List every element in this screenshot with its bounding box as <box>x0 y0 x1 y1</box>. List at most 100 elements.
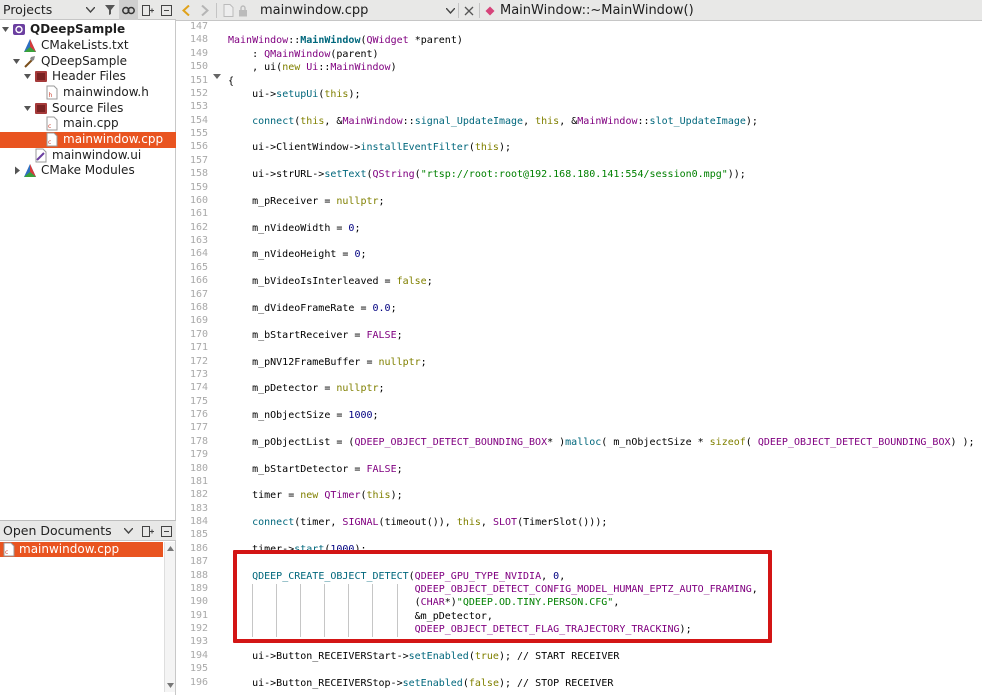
open-docs-view-dropdown[interactable] <box>119 521 138 541</box>
tree-item[interactable]: mainwindow.ui <box>0 148 176 164</box>
code-line: m_pNV12FrameBuffer = nullptr; <box>228 356 427 368</box>
close-pane-icon <box>161 4 172 16</box>
tree-item-label: mainwindow.ui <box>52 148 142 162</box>
qt-project-icon <box>13 24 25 35</box>
line-number: 156 <box>189 141 208 153</box>
close-document-button[interactable] <box>464 0 474 21</box>
navigate-back-button[interactable] <box>182 0 190 21</box>
line-number: 153 <box>189 101 208 113</box>
line-number-gutter: 147 148 149 150 151 152 153 154 155 156 157 158 159 1… <box>176 21 226 695</box>
projects-view-dropdown[interactable] <box>81 0 100 20</box>
line-number: 172 <box>189 355 208 367</box>
line-number: 175 <box>189 395 208 407</box>
tree-item-label: Header Files <box>52 69 126 83</box>
forward-arrow-icon <box>201 5 209 16</box>
code-line: m_bStartReceiver = FALSE; <box>228 329 403 341</box>
line-number: 168 <box>189 301 208 313</box>
chevron-updown-icon <box>446 7 455 14</box>
tree-item[interactable]: QDeepSample <box>0 22 176 38</box>
code-line: m_nObjectSize = 1000; <box>228 410 379 422</box>
document-selector[interactable]: mainwindow.cpp <box>260 0 368 21</box>
svg-text:h: h <box>49 92 53 99</box>
line-number: 176 <box>189 409 208 421</box>
svg-text:c: c <box>5 549 8 556</box>
split-icon <box>141 525 154 537</box>
expand-down-icon[interactable] <box>23 103 32 114</box>
line-number: 165 <box>189 261 208 273</box>
line-number: 160 <box>189 194 208 206</box>
line-number: 161 <box>189 208 208 220</box>
tree-item-label: main.cpp <box>63 116 119 130</box>
code-line: { <box>228 75 235 87</box>
open-docs-close-button[interactable] <box>157 521 176 541</box>
line-number: 184 <box>189 516 208 528</box>
current-symbol: MainWindow::~MainWindow() <box>500 3 694 18</box>
tree-item[interactable]: CMakeLists.txt <box>0 38 176 54</box>
line-number: 196 <box>189 676 208 688</box>
expand-down-icon[interactable] <box>23 71 32 82</box>
open-docs-split-button[interactable] <box>138 521 157 541</box>
line-number: 147 <box>189 21 208 32</box>
tree-item[interactable]: Source Files <box>0 101 176 117</box>
document-dropdown-button[interactable] <box>446 0 455 21</box>
line-number: 183 <box>189 502 208 514</box>
close-pane-button[interactable] <box>157 0 176 20</box>
tree-item[interactable]: CMake Modules <box>0 163 176 179</box>
cmake-modules-icon <box>24 164 36 177</box>
projects-pane-header: Projects <box>0 0 176 20</box>
expand-down-icon[interactable] <box>12 56 21 67</box>
open-document-item[interactable]: c mainwindow.cpp <box>0 542 163 557</box>
tree-item[interactable]: Header Files <box>0 69 176 85</box>
line-number: 166 <box>189 275 208 287</box>
line-number: 154 <box>189 114 208 126</box>
scroll-up-icon <box>167 546 174 551</box>
cpp-file-icon: c <box>46 132 58 147</box>
line-number: 189 <box>189 582 208 594</box>
tree-item[interactable]: QDeepSample <box>0 54 176 70</box>
tree-item[interactable]: c mainwindow.cpp <box>0 132 176 148</box>
header-file-icon: h <box>46 85 58 100</box>
line-number: 186 <box>189 542 208 554</box>
tree-item[interactable]: c main.cpp <box>0 116 176 132</box>
tree-item-label: QDeepSample <box>41 54 128 68</box>
chevron-updown-icon <box>124 528 133 534</box>
line-number: 162 <box>189 221 208 233</box>
navigate-forward-button[interactable] <box>201 0 209 21</box>
code-line: timer = new QTimer(this); <box>228 490 403 502</box>
line-number: 181 <box>189 475 208 487</box>
cpp-file-icon: c <box>3 542 15 557</box>
line-number: 155 <box>189 128 208 140</box>
projects-pane-title: Projects <box>3 2 53 17</box>
line-number: 190 <box>189 596 208 608</box>
expand-down-icon[interactable] <box>1 24 10 35</box>
line-number: 163 <box>189 235 208 247</box>
symbol-selector[interactable]: MainWindow::~MainWindow() <box>485 0 694 21</box>
tree-item[interactable]: h mainwindow.h <box>0 85 176 101</box>
line-number: 149 <box>189 47 208 59</box>
split-pane-button[interactable] <box>138 0 157 20</box>
line-number: 192 <box>189 623 208 635</box>
open-docs-scrollbar[interactable] <box>164 542 175 692</box>
code-line: ui->setupUi(this); <box>228 88 361 100</box>
line-number: 195 <box>189 663 208 675</box>
folder-icon <box>35 71 47 82</box>
lock-icon <box>239 4 247 16</box>
line-number: 158 <box>189 168 208 180</box>
code-line: m_nVideoWidth = 0; <box>228 222 361 234</box>
code-line: connect(timer, SIGNAL(timeout()), this, … <box>252 517 608 529</box>
expand-right-icon[interactable] <box>13 165 22 176</box>
close-icon <box>464 6 474 15</box>
filter-tree-button[interactable] <box>100 0 119 20</box>
line-number: 187 <box>189 556 208 568</box>
line-number: 188 <box>189 569 208 581</box>
chevron-updown-icon <box>86 7 95 13</box>
fold-arrow-icon[interactable] <box>213 65 221 80</box>
code-line: , ui(new Ui::MainWindow) <box>228 62 397 74</box>
code-line: m_pObjectList = (QDEEP_OBJECT_DETECT_BOU… <box>228 436 975 448</box>
code-line: m_pReceiver = nullptr; <box>228 195 385 207</box>
tree-item-label: mainwindow.cpp <box>63 132 164 146</box>
line-number: 173 <box>189 368 208 380</box>
tree-item-label: Source Files <box>52 101 124 115</box>
sync-editor-button[interactable] <box>119 0 138 20</box>
open-documents-header: Open Documents <box>0 521 176 541</box>
